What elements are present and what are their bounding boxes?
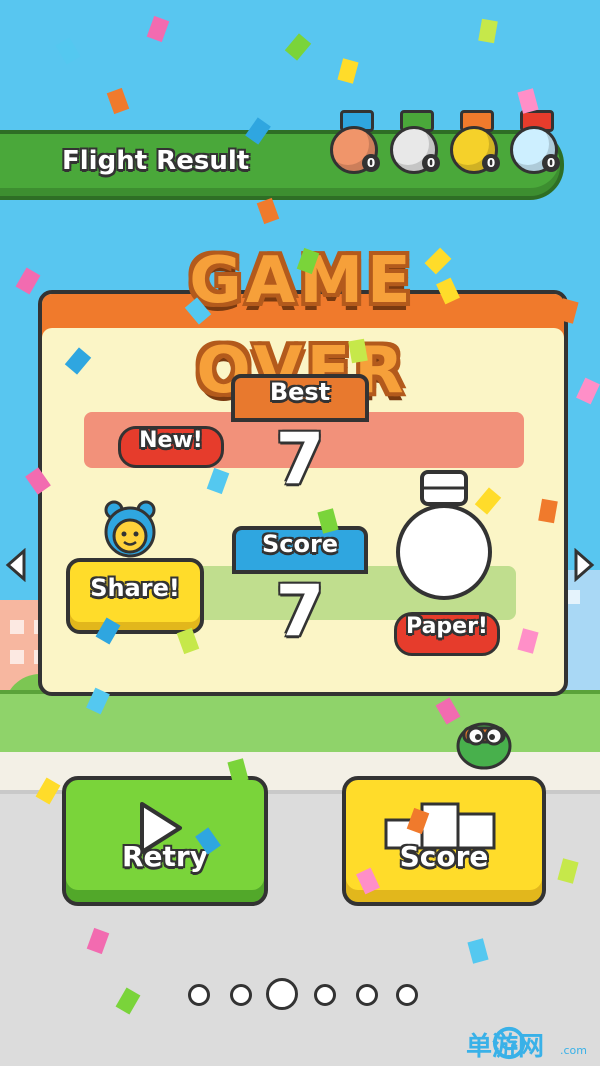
confetti-piece [256,197,280,225]
gold-medal-icon: 0 [450,110,500,174]
medal-count: 0 [422,154,440,172]
medal-count: 0 [482,154,500,172]
arrow-right-icon[interactable] [572,548,596,582]
platinum-medal-icon: 0 [510,110,560,174]
medal-count: 0 [362,154,380,172]
best-label: Best [269,378,331,406]
retry-button-label: Retry [122,840,208,873]
page-dot[interactable] [396,984,418,1006]
paper-label: Paper! [406,614,488,639]
page-dot[interactable] [314,984,336,1006]
page-dot[interactable] [356,984,378,1006]
best-score-value: 7 [275,418,325,500]
arrow-left-icon[interactable] [4,548,28,582]
paper-medal-icon [396,470,492,600]
score-button-label: Score [399,840,489,873]
confetti-piece [106,87,130,115]
page-dot[interactable] [188,984,210,1006]
watermark-suffix: .com [560,1044,587,1057]
confetti-piece [478,18,498,44]
banner-title: Flight Result [62,146,250,176]
watermark-text: 单游网 [466,1032,545,1062]
confetti-piece [576,377,600,405]
silver-medal-icon: 0 [390,110,440,174]
score-value: 7 [275,570,325,652]
confetti-piece [337,58,359,84]
score-label: Score [261,530,339,558]
confetti-piece [15,267,41,295]
page-dot[interactable] [230,984,252,1006]
confetti-piece [146,15,170,43]
bronze-medal-icon: 0 [330,110,380,174]
mascot-icon [104,500,156,558]
confetti-piece [55,37,81,65]
frog-character-icon [456,722,512,770]
new-badge-label: New! [139,428,203,453]
share-button-label: Share! [90,574,180,602]
medal-count: 0 [542,154,560,172]
page-dot[interactable] [266,978,298,1010]
confetti-piece [284,33,312,61]
